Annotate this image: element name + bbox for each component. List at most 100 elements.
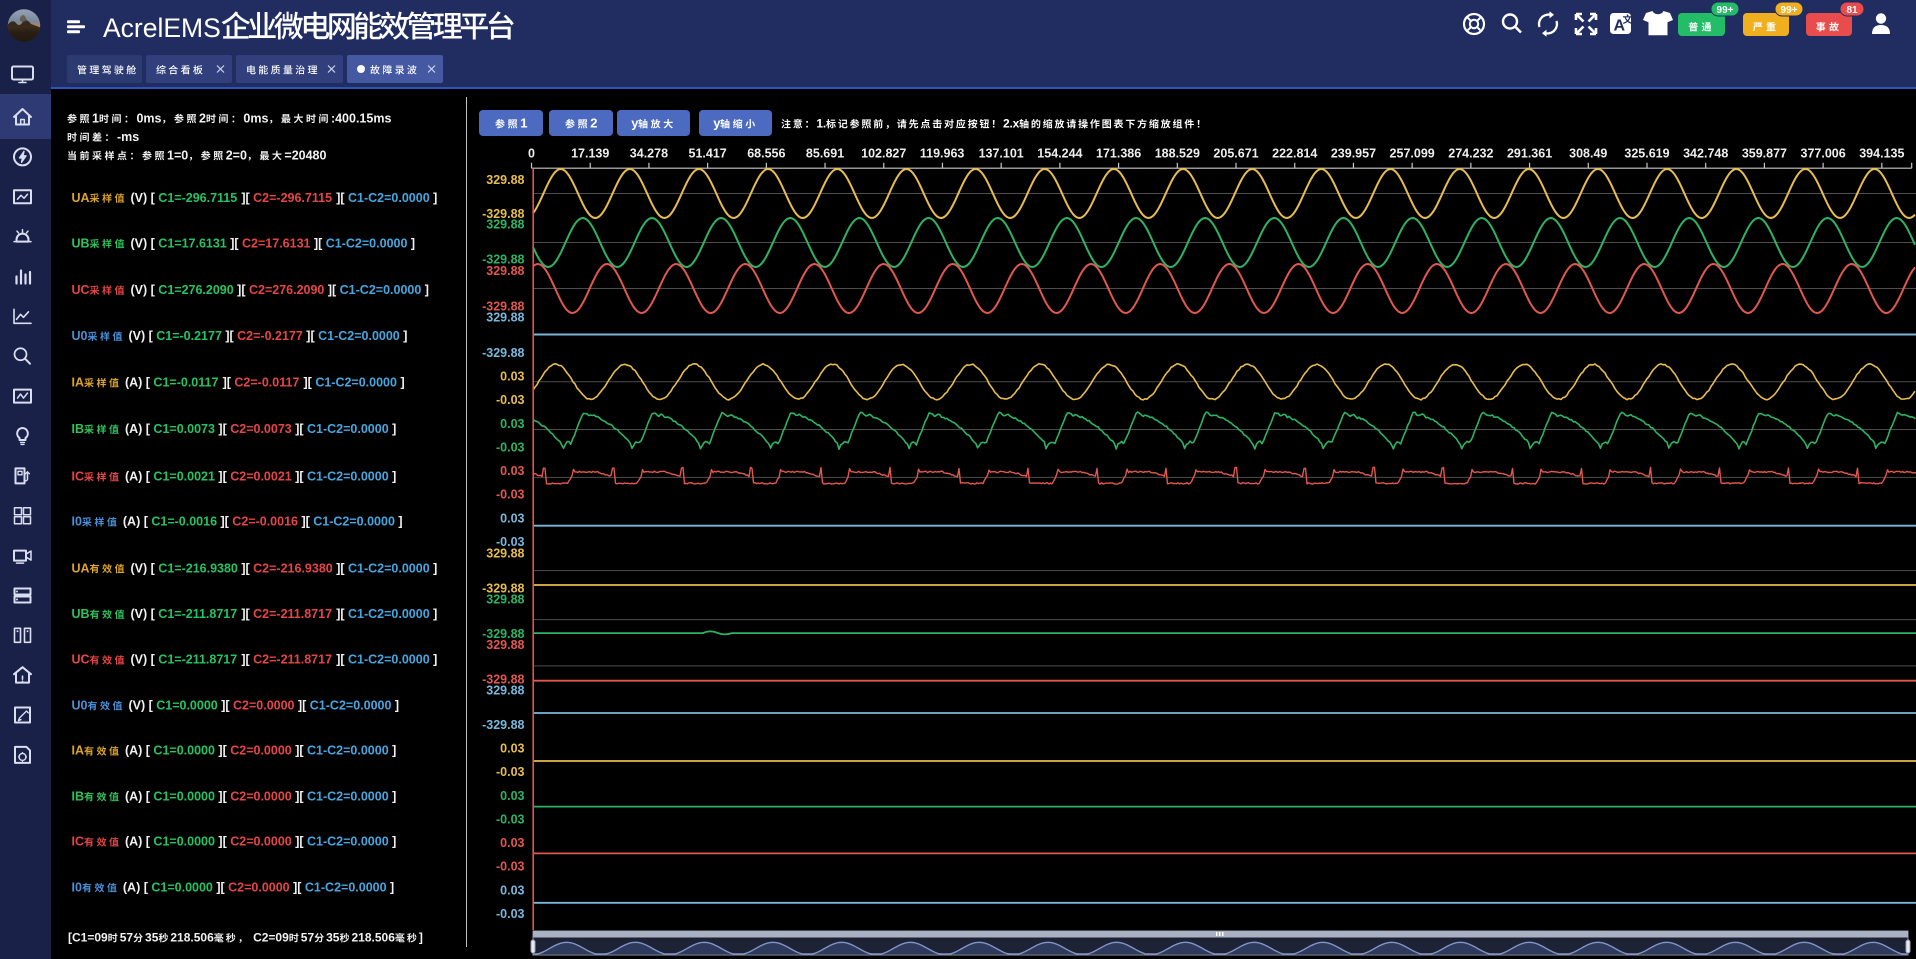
svg-text:C2=-0.2177: C2=-0.2177 — [237, 329, 303, 343]
svg-text:IA: IA — [72, 744, 85, 758]
svg-text:C2=-0.0117: C2=-0.0117 — [234, 376, 299, 390]
svg-text:U0: U0 — [72, 329, 88, 343]
svg-text:][: ][ — [238, 653, 253, 667]
svg-text:][: ][ — [333, 653, 348, 667]
svg-text:C1-C2=0.0000: C1-C2=0.0000 — [307, 470, 389, 484]
svg-text:]: ] — [407, 236, 415, 250]
svg-text:C2=0.0073: C2=0.0073 — [230, 422, 292, 436]
svg-text:329.88: 329.88 — [486, 547, 524, 561]
svg-text:]: ] — [389, 789, 397, 803]
svg-text:(A) [: (A) [ — [122, 789, 154, 803]
svg-text:(A) [: (A) [ — [122, 422, 154, 436]
svg-text:0.03: 0.03 — [500, 789, 524, 803]
svg-text:]: ] — [389, 422, 397, 436]
svg-text:154.244: 154.244 — [1037, 147, 1082, 161]
svg-text:][: ][ — [311, 236, 326, 250]
svg-text:IB: IB — [72, 789, 85, 803]
svg-text:C1=-0.0016: C1=-0.0016 — [151, 515, 217, 529]
svg-text:][: ][ — [324, 283, 339, 297]
svg-text:C1-C2=0.0000: C1-C2=0.0000 — [318, 329, 400, 343]
svg-text:]: ] — [397, 376, 405, 390]
svg-text:][: ][ — [215, 835, 230, 849]
svg-text:C2=-216.9380: C2=-216.9380 — [253, 561, 333, 575]
svg-text:119.963: 119.963 — [920, 147, 965, 161]
svg-text:99+: 99+ — [1781, 5, 1798, 16]
svg-text:102.827: 102.827 — [861, 147, 906, 161]
svg-text:C1-C2=0.0000: C1-C2=0.0000 — [305, 880, 387, 894]
svg-text:[C1=09: [C1=09 — [68, 931, 108, 945]
svg-text:][: ][ — [238, 561, 253, 575]
svg-text:][: ][ — [292, 744, 307, 758]
svg-text:][: ][ — [238, 607, 253, 621]
svg-text:]: ] — [430, 191, 438, 205]
svg-text:][: ][ — [234, 283, 249, 297]
svg-text:C1-C2=0.0000: C1-C2=0.0000 — [307, 744, 389, 758]
svg-text:325.619: 325.619 — [1624, 147, 1669, 161]
svg-text:][: ][ — [227, 236, 242, 250]
svg-text:(V) [: (V) [ — [127, 283, 158, 297]
svg-text:][: ][ — [219, 376, 234, 390]
svg-text:IB: IB — [72, 422, 85, 436]
svg-text:C1=-0.0117: C1=-0.0117 — [153, 376, 218, 390]
svg-text:C1=-0.2177: C1=-0.2177 — [156, 329, 222, 343]
svg-text:218.506: 218.506 — [170, 931, 214, 945]
svg-text:1: 1 — [520, 116, 527, 131]
svg-text:0.03: 0.03 — [500, 511, 524, 525]
svg-text:(A) [: (A) [ — [122, 744, 154, 758]
svg-text:222.814: 222.814 — [1272, 147, 1317, 161]
svg-text:][: ][ — [290, 880, 305, 894]
svg-text:=20480: =20480 — [284, 148, 326, 162]
svg-text:(A) [: (A) [ — [122, 470, 154, 484]
svg-text:C1-C2=0.0000: C1-C2=0.0000 — [348, 191, 430, 205]
svg-text:85.691: 85.691 — [806, 147, 844, 161]
svg-text:2: 2 — [590, 116, 597, 131]
svg-text:C2=0.0000: C2=0.0000 — [230, 789, 292, 803]
svg-text:188.529: 188.529 — [1155, 147, 1200, 161]
svg-text:(V) [: (V) [ — [127, 236, 158, 250]
svg-text:-0.03: -0.03 — [496, 393, 525, 407]
svg-text:y: y — [713, 116, 721, 131]
svg-text:0ms: 0ms — [243, 111, 268, 125]
svg-text:][: ][ — [292, 470, 307, 484]
svg-text:-0.03: -0.03 — [496, 813, 525, 827]
svg-text:C2=0.0000: C2=0.0000 — [230, 835, 292, 849]
svg-text:137.101: 137.101 — [979, 147, 1024, 161]
svg-text:239.957: 239.957 — [1331, 147, 1376, 161]
svg-text:(V) [: (V) [ — [127, 561, 158, 575]
svg-text:C1=276.2090: C1=276.2090 — [158, 283, 233, 297]
svg-text:IA: IA — [72, 376, 85, 390]
svg-text:51.417: 51.417 — [689, 147, 727, 161]
svg-text:329.88: 329.88 — [486, 638, 524, 652]
svg-text:C2=-0.0016: C2=-0.0016 — [232, 515, 298, 529]
svg-text:][: ][ — [238, 191, 253, 205]
svg-text:17.139: 17.139 — [571, 147, 609, 161]
svg-text:394.135: 394.135 — [1859, 147, 1904, 161]
svg-text:I0: I0 — [72, 515, 82, 529]
svg-text:][: ][ — [218, 698, 233, 712]
svg-text:(A) [: (A) [ — [122, 376, 154, 390]
svg-text:C1-C2=0.0000: C1-C2=0.0000 — [348, 561, 430, 575]
svg-text:35: 35 — [326, 931, 340, 945]
svg-text:308.49: 308.49 — [1569, 147, 1607, 161]
svg-text:C1=0.0000: C1=0.0000 — [153, 835, 215, 849]
svg-text:359.877: 359.877 — [1742, 147, 1787, 161]
svg-text:C2=17.6131: C2=17.6131 — [242, 236, 311, 250]
svg-text:C2=0.0000: C2=0.0000 — [228, 880, 290, 894]
svg-text:205.671: 205.671 — [1213, 147, 1258, 161]
svg-text:81: 81 — [1846, 5, 1858, 16]
svg-text:329.88: 329.88 — [486, 218, 524, 232]
svg-text:342.748: 342.748 — [1683, 147, 1728, 161]
svg-text:C2=276.2090: C2=276.2090 — [249, 283, 324, 297]
svg-text:]: ] — [389, 470, 397, 484]
svg-text:329.88: 329.88 — [486, 173, 524, 187]
svg-text:(V) [: (V) [ — [125, 698, 156, 712]
svg-text:C2=0.0000: C2=0.0000 — [233, 698, 295, 712]
svg-text:C1-C2=0.0000: C1-C2=0.0000 — [348, 607, 430, 621]
svg-text:C1=0.0021: C1=0.0021 — [153, 470, 215, 484]
svg-text:0ms: 0ms — [136, 111, 161, 125]
svg-text:C1=0.0073: C1=0.0073 — [153, 422, 215, 436]
svg-text:C1-C2=0.0000: C1-C2=0.0000 — [310, 698, 392, 712]
svg-text:]: ] — [389, 835, 397, 849]
svg-text:C1-C2=0.0000: C1-C2=0.0000 — [307, 835, 389, 849]
svg-text:C1-C2=0.0000: C1-C2=0.0000 — [313, 515, 395, 529]
